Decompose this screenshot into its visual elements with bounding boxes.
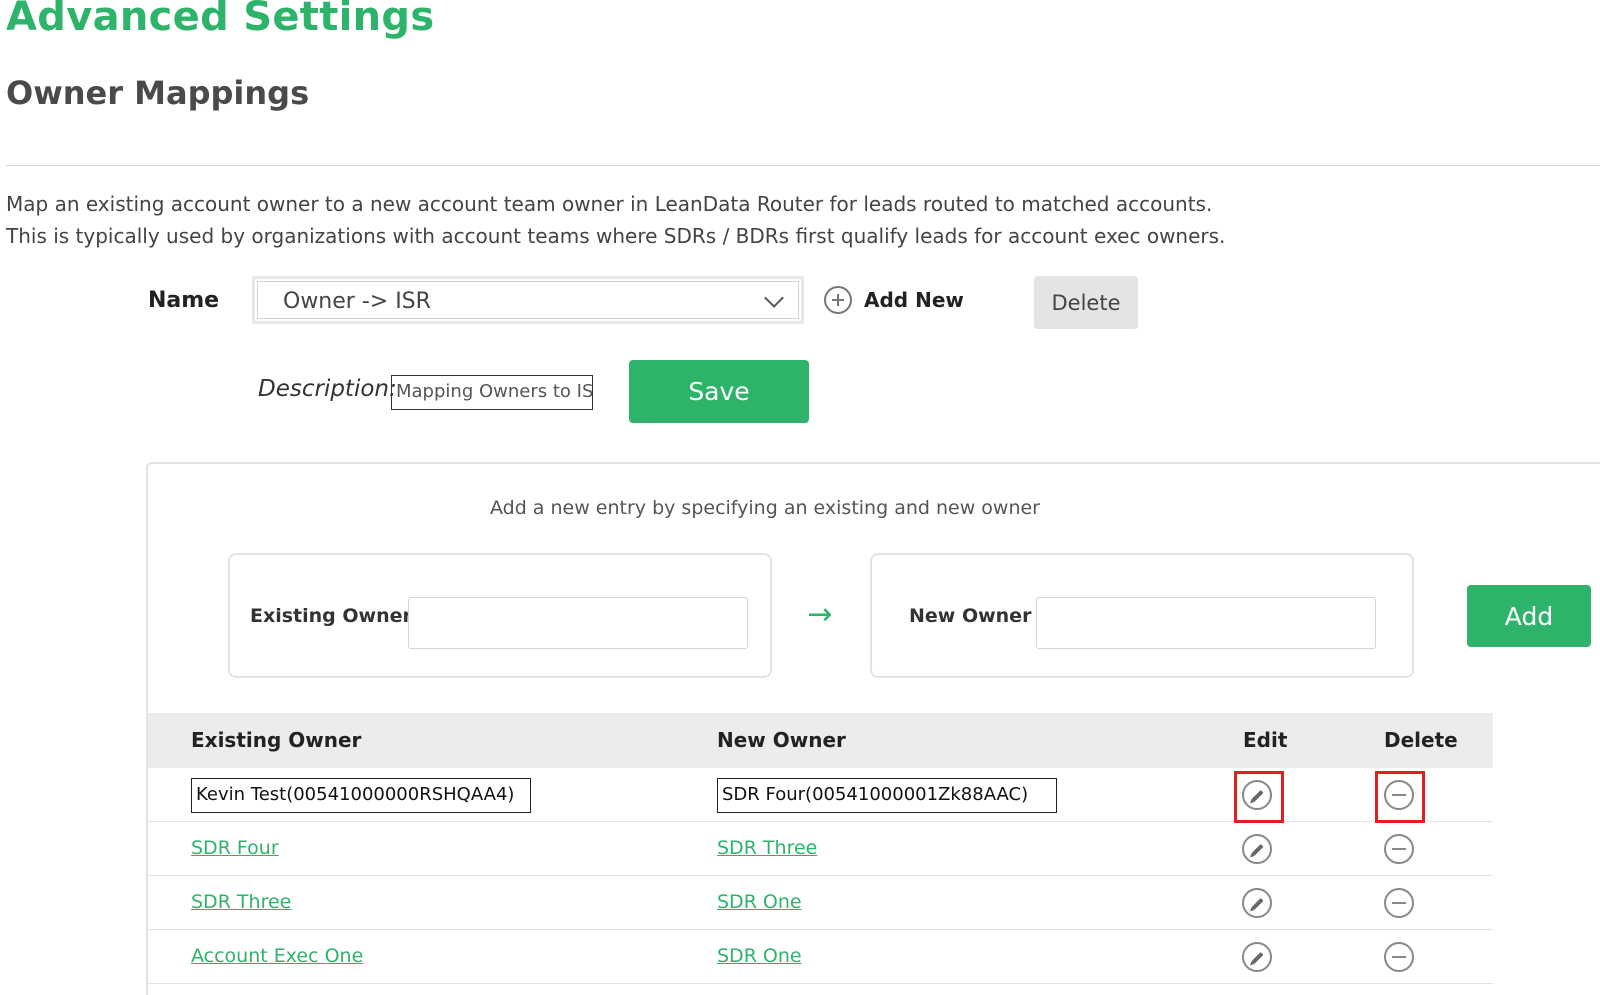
entry-hint: Add a new entry by specifying an existin… — [489, 497, 1040, 519]
description-input[interactable]: Mapping Owners to IS — [391, 375, 593, 410]
name-select-value: Owner -> ISR — [283, 289, 431, 314]
edit-pencil-icon[interactable] — [1242, 888, 1272, 918]
existing-owner-cell-input[interactable]: Kevin Test(00541000000RSHQAA4) — [191, 778, 531, 813]
table-row-editing: Kevin Test(00541000000RSHQAA4) SDR Four(… — [148, 768, 1493, 823]
new-owner-input[interactable] — [1036, 597, 1376, 649]
edit-pencil-icon[interactable] — [1242, 780, 1272, 810]
header-edit: Edit — [1243, 728, 1288, 752]
name-label: Name — [148, 288, 220, 313]
table-row: SDR Four SDR Three — [148, 822, 1493, 876]
section-title: Owner Mappings — [6, 74, 310, 112]
delete-minus-icon[interactable] — [1384, 834, 1414, 864]
add-new-label: Add New — [864, 288, 964, 312]
name-select[interactable]: Owner -> ISR — [252, 276, 804, 324]
new-owner-link[interactable]: SDR One — [717, 945, 802, 967]
pencil-glyph — [1251, 789, 1264, 803]
new-owner-cell-input[interactable]: SDR Four(00541000001Zk88AAC) — [717, 778, 1057, 813]
add-new-button[interactable]: Add New — [824, 284, 964, 316]
owner-mapping-table: Existing Owner New Owner Edit Delete Kev… — [148, 713, 1493, 984]
existing-owner-input[interactable] — [408, 597, 748, 649]
table-header: Existing Owner New Owner Edit Delete — [148, 713, 1493, 768]
table-row: SDR Three SDR One — [148, 876, 1493, 930]
existing-owner-link[interactable]: SDR Three — [191, 891, 291, 913]
header-existing-owner: Existing Owner — [191, 728, 362, 752]
delete-minus-icon[interactable] — [1384, 942, 1414, 972]
description-label: Description: — [258, 376, 397, 402]
new-owner-link[interactable]: SDR One — [717, 891, 802, 913]
save-button[interactable]: Save — [629, 360, 809, 423]
existing-owner-link[interactable]: SDR Four — [191, 837, 279, 859]
description-text-line-2: This is typically used by organizations … — [6, 224, 1226, 248]
pencil-glyph — [1251, 897, 1264, 911]
edit-pencil-icon[interactable] — [1242, 834, 1272, 864]
page: Advanced Settings Owner Mappings Map an … — [0, 0, 1600, 995]
divider — [6, 165, 1600, 166]
new-owner-link[interactable]: SDR Three — [717, 837, 817, 859]
existing-owner-link[interactable]: Account Exec One — [191, 945, 363, 967]
arrow-right-icon: → — [807, 597, 833, 632]
delete-minus-icon[interactable] — [1384, 780, 1414, 810]
existing-owner-box: Existing Owner — [228, 553, 772, 678]
edit-pencil-icon[interactable] — [1242, 942, 1272, 972]
delete-minus-icon[interactable] — [1384, 888, 1414, 918]
page-title: Advanced Settings — [6, 0, 435, 40]
new-owner-label: New Owner — [909, 605, 1032, 627]
plus-circle-icon — [824, 286, 852, 314]
pencil-glyph — [1251, 843, 1264, 857]
existing-owner-label: Existing Owner — [250, 605, 412, 627]
header-new-owner: New Owner — [717, 728, 846, 752]
table-row: Account Exec One SDR One — [148, 930, 1493, 984]
pencil-glyph — [1251, 951, 1264, 965]
header-delete: Delete — [1384, 728, 1458, 752]
new-owner-box: New Owner — [870, 553, 1414, 678]
description-text-line-1: Map an existing account owner to a new a… — [6, 192, 1213, 216]
delete-mapping-button[interactable]: Delete — [1034, 276, 1138, 329]
add-entry-button[interactable]: Add — [1467, 585, 1591, 647]
